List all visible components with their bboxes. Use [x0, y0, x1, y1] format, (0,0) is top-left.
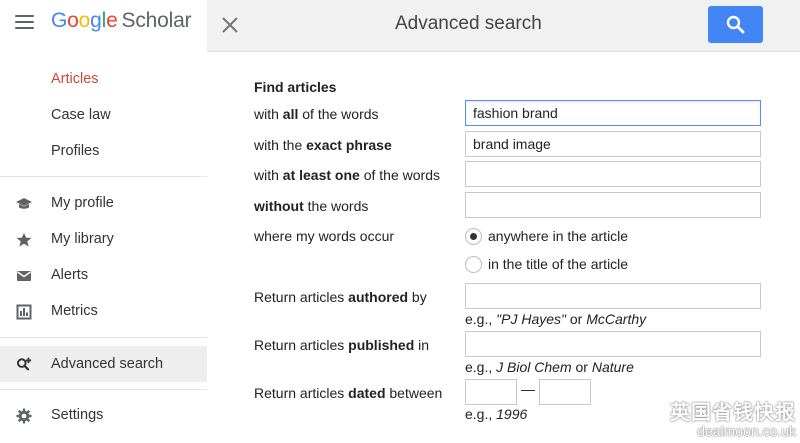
search-icon — [726, 15, 745, 34]
sidebar-item-label: My profile — [51, 195, 114, 211]
envelope-icon — [17, 271, 31, 281]
at-least-one-input[interactable] — [465, 161, 761, 187]
all-words-input[interactable]: fashion brand — [465, 100, 761, 126]
sidebar-item-label: Case law — [51, 107, 111, 123]
publication-hint: e.g., J Biol Chem or Nature — [465, 359, 634, 375]
published-label: Return articles published in — [254, 337, 430, 353]
section-title: Find articles — [254, 79, 337, 95]
watermark: 英国省钱快报 dealmoon.co.uk — [670, 401, 796, 439]
radio-label: anywhere in the article — [488, 228, 629, 244]
close-icon[interactable] — [220, 15, 240, 35]
author-hint: e.g., "PJ Hayes" or McCarthy — [465, 311, 647, 327]
date-hint: e.g., 1996 — [465, 406, 528, 422]
authored-label: Return articles authored by — [254, 289, 427, 305]
radio-title[interactable] — [465, 256, 482, 273]
brand-row: Google Scholar — [0, 0, 207, 45]
author-input[interactable] — [465, 283, 761, 309]
sidebar-item-profiles[interactable]: Profiles — [0, 135, 207, 167]
sidebar-item-case-law[interactable]: Case law — [0, 99, 207, 131]
all-words-label: with all of the words — [254, 106, 379, 122]
metrics-icon — [16, 304, 32, 320]
sidebar-divider — [0, 337, 207, 338]
exact-phrase-label: with the exact phrase — [254, 137, 392, 153]
sidebar-item-my-library[interactable]: My library — [0, 223, 207, 255]
dated-label: Return articles dated between — [254, 385, 443, 401]
without-words-label: without the words — [254, 198, 369, 214]
sidebar-item-advanced-search[interactable]: Advanced search — [0, 346, 207, 382]
search-button[interactable] — [708, 6, 763, 43]
dialog-header: Advanced search — [207, 0, 800, 52]
sidebar-item-alerts[interactable]: Alerts — [0, 259, 207, 291]
without-words-input[interactable] — [465, 192, 761, 218]
hamburger-menu-icon[interactable] — [15, 15, 34, 30]
year-to-input[interactable] — [539, 379, 591, 405]
year-from-input[interactable] — [465, 379, 517, 405]
sidebar-item-label: Advanced search — [51, 356, 164, 372]
sidebar-item-label: Settings — [51, 407, 104, 423]
graduation-cap-icon — [16, 198, 32, 209]
sidebar-item-my-profile[interactable]: My profile — [0, 187, 207, 219]
gear-icon — [16, 408, 32, 424]
sidebar-divider — [0, 176, 207, 177]
at-least-one-label: with at least one of the words — [254, 167, 440, 183]
google-scholar-logo[interactable]: Google Scholar — [51, 9, 192, 33]
sidebar-item-label: Profiles — [51, 143, 100, 159]
advanced-search-icon — [16, 357, 32, 371]
sidebar-item-settings[interactable]: Settings — [0, 399, 207, 431]
sidebar-item-label: Articles — [51, 71, 99, 87]
exact-phrase-input[interactable]: brand image — [465, 131, 761, 157]
radio-anywhere[interactable] — [465, 228, 482, 245]
star-icon — [16, 232, 32, 247]
sidebar-item-articles[interactable]: Articles — [0, 63, 207, 95]
sidebar-divider — [0, 389, 207, 390]
radio-label: in the title of the article — [488, 256, 629, 272]
date-range-separator: — — [521, 381, 535, 397]
page-title: Advanced search — [395, 13, 542, 34]
sidebar-item-label: Alerts — [51, 267, 89, 283]
sidebar: Google Scholar Articles Case law Profiles… — [0, 0, 207, 443]
sidebar-item-label: Metrics — [51, 303, 98, 319]
sidebar-item-label: My library — [51, 231, 114, 247]
publication-input[interactable] — [465, 331, 761, 357]
sidebar-item-metrics[interactable]: Metrics — [0, 295, 207, 327]
words-occur-label: where my words occur — [254, 228, 395, 244]
